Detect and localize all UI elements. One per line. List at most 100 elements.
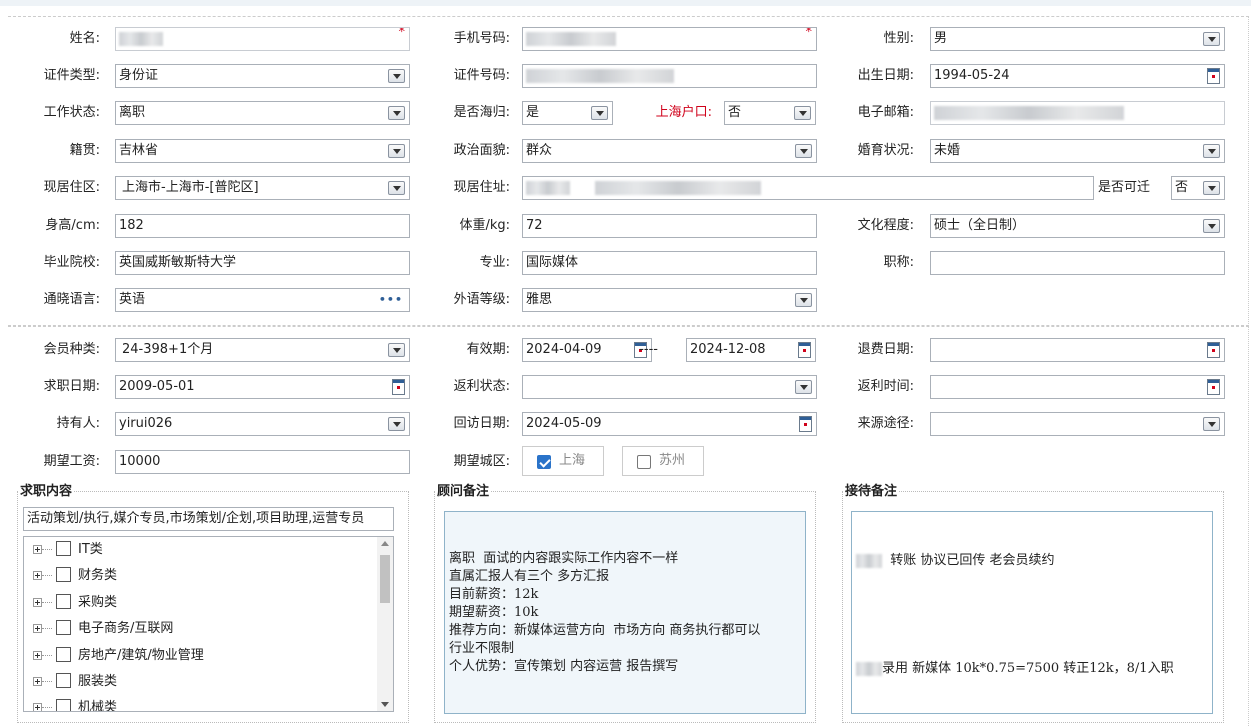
calendar-icon[interactable] bbox=[1207, 342, 1220, 358]
checkbox-icon[interactable] bbox=[56, 647, 71, 662]
title-field[interactable] bbox=[930, 251, 1225, 275]
phone-field[interactable] bbox=[522, 27, 817, 51]
calendar-icon[interactable] bbox=[798, 342, 811, 358]
workstatus-select[interactable]: 离职 bbox=[115, 101, 410, 125]
chevron-down-icon[interactable] bbox=[388, 417, 405, 431]
expand-icon[interactable] bbox=[33, 545, 42, 554]
reception-note-text: 转账 协议已回传 老会员续约 bbox=[890, 553, 1055, 568]
chevron-down-icon[interactable] bbox=[388, 106, 405, 120]
chevron-down-icon[interactable] bbox=[1203, 144, 1220, 158]
checkbox-checked-icon[interactable] bbox=[537, 455, 551, 469]
email-field[interactable] bbox=[930, 101, 1225, 125]
holder-select[interactable]: yirui026 bbox=[115, 412, 410, 436]
chevron-down-icon[interactable] bbox=[1203, 32, 1220, 46]
city-option-shanghai[interactable]: 上海 bbox=[522, 446, 604, 476]
expand-icon[interactable] bbox=[33, 703, 42, 711]
edu-select[interactable]: 硕士（全日制） bbox=[930, 214, 1225, 238]
checkbox-icon[interactable] bbox=[56, 567, 71, 582]
rebate-status-select[interactable] bbox=[522, 375, 817, 399]
tree-item[interactable]: 机械类 bbox=[24, 695, 374, 712]
source-select[interactable] bbox=[930, 412, 1225, 436]
expand-icon[interactable] bbox=[33, 677, 42, 686]
marital-select[interactable]: 未婚 bbox=[930, 139, 1225, 163]
chevron-down-icon[interactable] bbox=[795, 144, 812, 158]
height-value: 182 bbox=[119, 218, 144, 233]
chevron-down-icon[interactable] bbox=[1203, 181, 1220, 195]
chevron-down-icon[interactable] bbox=[1203, 417, 1220, 431]
chevron-down-icon[interactable] bbox=[1203, 219, 1220, 233]
visit-date-field[interactable]: 2024-05-09 bbox=[522, 412, 817, 436]
checkbox-icon[interactable] bbox=[56, 673, 71, 688]
name-label: 姓名: bbox=[69, 31, 100, 46]
checkbox-icon[interactable] bbox=[56, 699, 71, 711]
calendar-icon[interactable] bbox=[799, 416, 812, 432]
address-field[interactable] bbox=[522, 176, 1094, 200]
langlevel-select[interactable]: 雅思 bbox=[522, 288, 817, 312]
chevron-down-icon[interactable] bbox=[591, 106, 608, 120]
tree-item[interactable]: IT类 bbox=[24, 537, 374, 563]
idno-field[interactable] bbox=[522, 64, 817, 88]
tree-item[interactable]: 服装类 bbox=[24, 669, 374, 695]
vertical-scrollbar[interactable] bbox=[377, 537, 393, 711]
chevron-down-icon[interactable] bbox=[388, 69, 405, 83]
job-content-summary[interactable]: 活动策划/执行,媒介专员,市场策划/企划,项目助理,运营专员 bbox=[23, 507, 394, 531]
height-field[interactable]: 182 bbox=[115, 214, 410, 238]
name-field[interactable] bbox=[115, 27, 410, 51]
hukou-select[interactable]: 否 bbox=[724, 101, 816, 125]
checkbox-icon[interactable] bbox=[637, 455, 651, 469]
city-option-suzhou[interactable]: 苏州 bbox=[622, 446, 704, 476]
chevron-down-icon[interactable] bbox=[795, 293, 812, 307]
rebate-time-field[interactable] bbox=[930, 375, 1225, 399]
native-select[interactable]: 吉林省 bbox=[115, 139, 410, 163]
lang-field[interactable]: 英语 ••• bbox=[115, 288, 410, 312]
expand-icon[interactable] bbox=[33, 571, 42, 580]
calendar-icon[interactable] bbox=[1207, 379, 1220, 395]
chevron-down-icon[interactable] bbox=[795, 380, 812, 394]
more-options-icon[interactable]: ••• bbox=[379, 294, 403, 305]
district-select[interactable]: 上海市-上海市-[普陀区] bbox=[115, 176, 410, 200]
checkbox-icon[interactable] bbox=[56, 541, 71, 556]
calendar-icon[interactable] bbox=[1207, 68, 1220, 84]
birth-date-field[interactable]: 1994-05-24 bbox=[930, 64, 1225, 88]
reception-notes-textarea[interactable]: 转账 协议已回传 老会员续约 录用 新媒体 10k*0.75=7500 转正12… bbox=[851, 511, 1213, 714]
calendar-icon[interactable] bbox=[392, 379, 405, 395]
expand-icon[interactable] bbox=[33, 598, 42, 607]
member-select[interactable]: 24-398+1个月 bbox=[115, 338, 410, 362]
expand-icon[interactable] bbox=[33, 651, 42, 660]
political-select[interactable]: 群众 bbox=[522, 139, 817, 163]
tree-item[interactable]: 房地产/建筑/物业管理 bbox=[24, 643, 374, 669]
panel-title: 接待备注 bbox=[843, 484, 900, 500]
member-label: 会员种类: bbox=[43, 342, 100, 357]
chevron-down-icon[interactable] bbox=[388, 343, 405, 357]
advisor-notes-textarea[interactable]: 离职 面试的内容跟实际工作内容不一样 直属汇报人有三个 多方汇报 目前薪资：12… bbox=[444, 511, 806, 714]
tree-item-label: 机械类 bbox=[78, 700, 118, 712]
school-field[interactable]: 英国威斯敏斯特大学 bbox=[115, 251, 410, 275]
weight-field[interactable]: 72 bbox=[522, 214, 817, 238]
scroll-down-icon[interactable] bbox=[381, 702, 389, 707]
checkbox-icon[interactable] bbox=[56, 620, 71, 635]
gender-select[interactable]: 男 bbox=[930, 27, 1225, 51]
member-value: 24-398+1个月 bbox=[122, 342, 214, 357]
tree-item[interactable]: 财务类 bbox=[24, 563, 374, 589]
relocate-select[interactable]: 否 bbox=[1171, 176, 1225, 200]
salary-field[interactable]: 10000 bbox=[115, 450, 410, 474]
scroll-thumb[interactable] bbox=[380, 555, 390, 603]
major-field[interactable]: 国际媒体 bbox=[522, 251, 817, 275]
visit-value: 2024-05-09 bbox=[526, 416, 602, 431]
chevron-down-icon[interactable] bbox=[794, 106, 811, 120]
tree-item[interactable]: 采购类 bbox=[24, 590, 374, 616]
returnee-value: 是 bbox=[526, 105, 540, 120]
jobdate-field[interactable]: 2009-05-01 bbox=[115, 375, 410, 399]
expand-icon[interactable] bbox=[33, 624, 42, 633]
checkbox-icon[interactable] bbox=[56, 594, 71, 609]
returnee-select[interactable]: 是 bbox=[522, 101, 613, 125]
job-category-tree[interactable]: IT类 财务类 采购类 电子商务/互联网 房地产/建筑/物业管理 服装类 机械类 bbox=[23, 536, 394, 712]
idtype-select[interactable]: 身份证 bbox=[115, 64, 410, 88]
chevron-down-icon[interactable] bbox=[388, 144, 405, 158]
chevron-down-icon[interactable] bbox=[388, 181, 405, 195]
scroll-up-icon[interactable] bbox=[381, 541, 389, 546]
tree-item[interactable]: 电子商务/互联网 bbox=[24, 616, 374, 642]
valid-to-field[interactable]: 2024-12-08 bbox=[686, 338, 816, 362]
tree-item-label: 房地产/建筑/物业管理 bbox=[78, 648, 204, 663]
refund-date-field[interactable] bbox=[930, 338, 1225, 362]
